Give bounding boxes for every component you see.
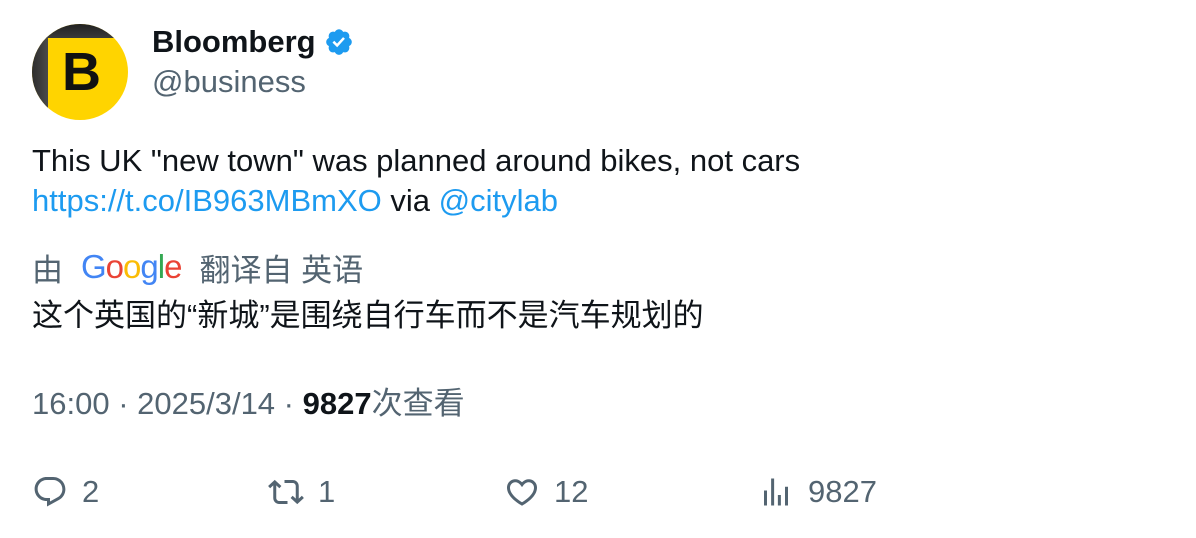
like-count: 12: [554, 474, 589, 509]
tweet-link[interactable]: https://t.co/IB963MBmXO: [32, 183, 382, 218]
views-button[interactable]: 9827: [758, 472, 877, 512]
google-logo[interactable]: Google: [81, 248, 182, 286]
views-count: 9827: [302, 386, 372, 421]
analytics-icon: [764, 478, 788, 506]
meta-separator: ·: [275, 386, 303, 421]
tweet-meta: 16:00 · 2025/3/14 · 9827 次查看: [32, 384, 465, 424]
google-logo-letter: g: [140, 248, 158, 285]
like-button[interactable]: 12: [504, 472, 588, 512]
meta-separator: ·: [109, 386, 138, 421]
reply-count: 2: [82, 474, 100, 509]
mention-link[interactable]: @citylab: [439, 183, 558, 218]
retweet-count: 1: [318, 474, 336, 509]
avatar-logo-letter: B: [62, 42, 101, 102]
heart-icon: [506, 479, 538, 506]
views-label: 次查看: [371, 386, 465, 421]
avatar-shade-left: [32, 24, 48, 120]
translation-attribution: 由 Google 翻译自 英语: [32, 246, 363, 288]
retweet-icon: [268, 479, 304, 505]
tweet-time[interactable]: 16:00: [32, 384, 110, 424]
translated-text: 这个英国的“新城”是围绕自行车而不是汽车规划的: [32, 298, 704, 333]
avatar[interactable]: B: [32, 24, 128, 120]
tweet-date[interactable]: 2025/3/14: [137, 384, 275, 424]
translated-by-label: 由: [32, 252, 63, 288]
via-text: via: [381, 183, 439, 218]
tweet-text: This UK "new town" was planned around bi…: [32, 141, 1162, 221]
retweet-button[interactable]: 1: [268, 472, 335, 512]
views-action-count: 9827: [808, 474, 877, 509]
reply-icon: [34, 477, 66, 507]
verified-badge-icon[interactable]: [324, 27, 354, 57]
google-logo-letter: G: [81, 248, 107, 285]
author-handle[interactable]: @business: [152, 62, 306, 102]
tweet-text-line: This UK "new town" was planned around bi…: [32, 143, 801, 178]
google-logo-letter: o: [105, 248, 124, 285]
google-logo-letter: e: [164, 248, 182, 285]
display-name[interactable]: Bloomberg: [152, 24, 316, 60]
author-name-row: Bloomberg: [152, 22, 354, 62]
reply-button[interactable]: 2: [32, 472, 99, 512]
tweet-text-line-2: https://t.co/IB963MBmXO via @citylab: [32, 181, 1162, 221]
translated-from-label: 翻译自 英语: [199, 252, 364, 288]
google-logo-letter: o: [123, 248, 141, 285]
